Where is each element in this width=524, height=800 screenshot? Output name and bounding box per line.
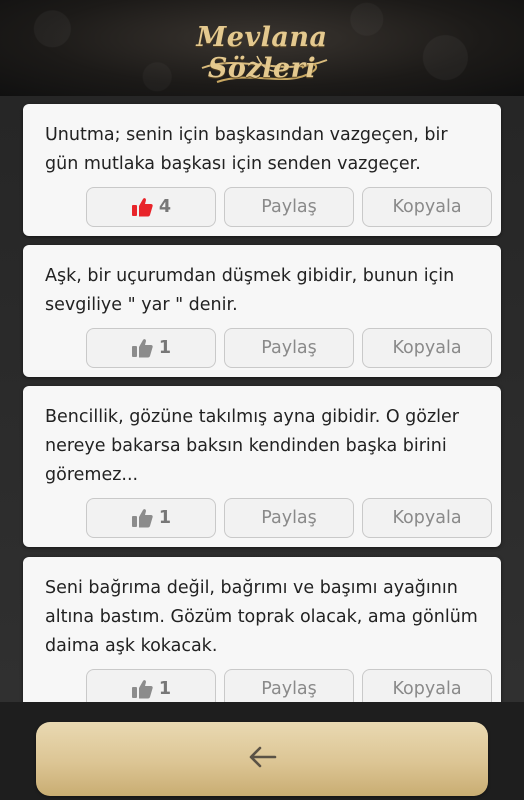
- share-button[interactable]: Paylaş: [224, 669, 354, 702]
- app-header: Mevlana Sözleri: [0, 0, 524, 96]
- quote-actions: 4 Paylaş Kopyala: [86, 187, 492, 227]
- like-count: 1: [158, 338, 172, 358]
- quote-actions: 1 Paylaş Kopyala: [86, 328, 492, 368]
- copy-button[interactable]: Kopyala: [362, 498, 492, 538]
- bottom-bar: [0, 702, 524, 800]
- copy-button[interactable]: Kopyala: [362, 328, 492, 368]
- share-button[interactable]: Paylaş: [224, 328, 354, 368]
- share-button[interactable]: Paylaş: [224, 498, 354, 538]
- thumbs-up-icon: [131, 197, 153, 217]
- quote-text: Aşk, bir uçurumdan düşmek gibidir, bunun…: [45, 266, 455, 315]
- quote-text: Unutma; senin için başkasından vazgeçen,…: [45, 125, 448, 174]
- copy-button[interactable]: Kopyala: [362, 187, 492, 227]
- quote-card: Aşk, bir uçurumdan düşmek gibidir, bunun…: [23, 245, 501, 377]
- like-button[interactable]: 4: [86, 187, 216, 227]
- quote-actions: 1 Paylaş Kopyala: [86, 669, 492, 702]
- quote-text: Bencillik, gözüne takılmış ayna gibidir.…: [45, 407, 459, 485]
- like-button[interactable]: 1: [86, 328, 216, 368]
- thumbs-up-icon: [131, 508, 153, 528]
- quote-text: Seni bağrıma değil, bağrımı ve başımı ay…: [45, 578, 478, 656]
- share-button[interactable]: Paylaş: [224, 187, 354, 227]
- quote-card: Seni bağrıma değil, bağrımı ve başımı ay…: [23, 557, 501, 702]
- like-count: 1: [158, 508, 172, 528]
- back-button[interactable]: [36, 722, 488, 796]
- like-count: 1: [158, 679, 172, 699]
- thumbs-up-icon: [131, 338, 153, 358]
- like-button[interactable]: 1: [86, 669, 216, 702]
- like-button[interactable]: 1: [86, 498, 216, 538]
- arrow-left-icon: [247, 745, 277, 773]
- app-logo: Mevlana Sözleri: [162, 8, 362, 88]
- quote-list[interactable]: Unutma; senin için başkasından vazgeçen,…: [0, 96, 524, 702]
- quote-card: Unutma; senin için başkasından vazgeçen,…: [23, 104, 501, 236]
- thumbs-up-icon: [131, 679, 153, 699]
- quote-actions: 1 Paylaş Kopyala: [86, 498, 492, 538]
- quote-card: Bencillik, gözüne takılmış ayna gibidir.…: [23, 386, 501, 547]
- copy-button[interactable]: Kopyala: [362, 669, 492, 702]
- like-count: 4: [158, 197, 172, 217]
- logo-text: Mevlana Sözleri: [196, 22, 328, 84]
